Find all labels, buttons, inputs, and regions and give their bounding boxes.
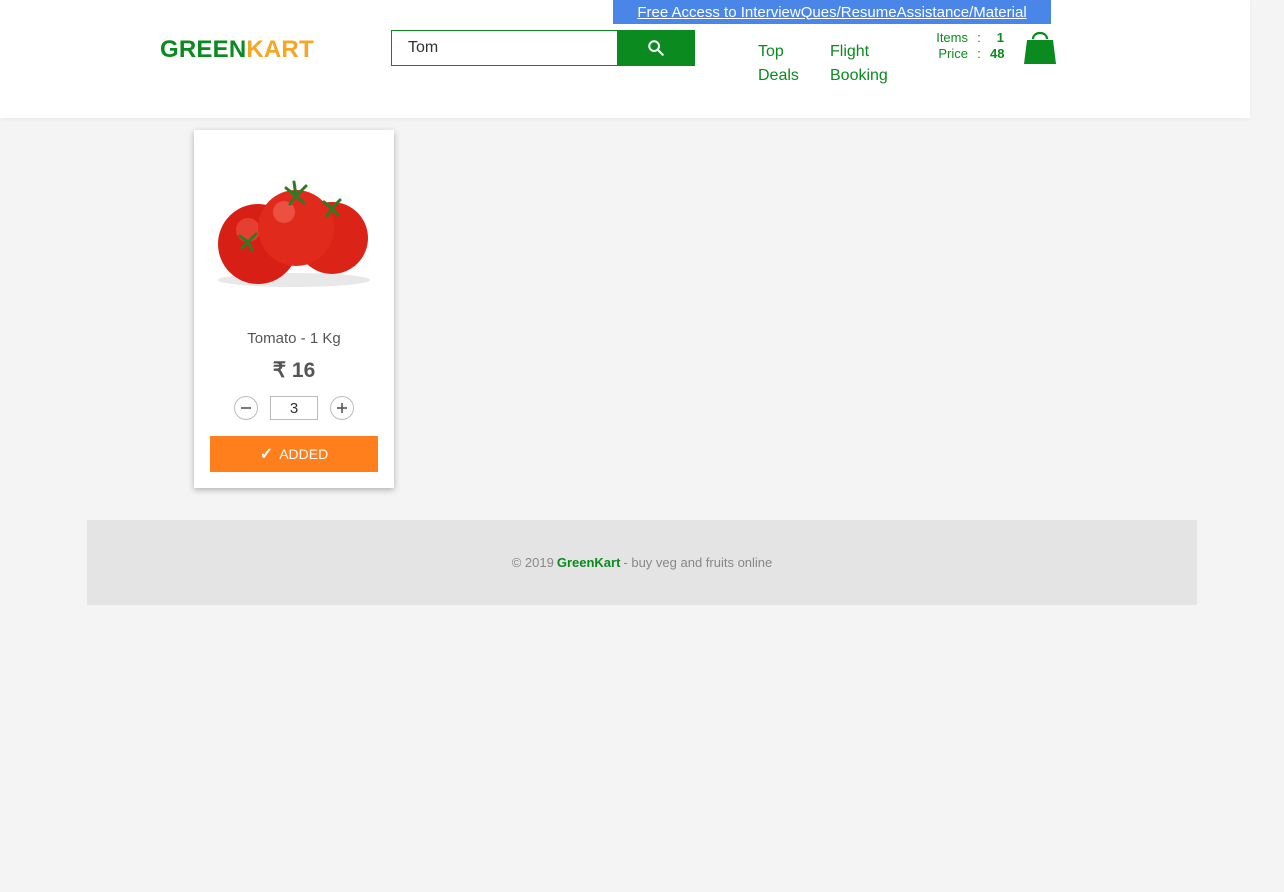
increment-button[interactable] [330,396,354,420]
add-to-cart-button[interactable]: ✓ ADDED [210,436,378,472]
nav-top-deals[interactable]: Top Deals [758,40,818,88]
cart-price-label: Price [938,46,968,61]
cart-price-total: 48 [990,46,1005,61]
header: Free Access to InterviewQues/ResumeAssis… [0,0,1250,118]
logo[interactable]: GREENKART [160,36,314,64]
cart-summary: Items : 1 Price : 48 [920,30,1004,62]
shopping-bag-icon [1024,31,1056,64]
search-icon [648,40,664,56]
decrement-button[interactable] [234,396,258,420]
cart-items-count: 1 [996,30,1004,45]
footer-brand: GreenKart [556,555,621,570]
cart-price-separator: : [977,46,981,61]
search-button[interactable] [617,30,695,66]
logo-green-text: GREEN [160,36,247,63]
quantity-input[interactable] [270,396,318,420]
nav-flight-booking[interactable]: Flight Booking [830,40,900,88]
footer: © 2019 GreenKart - buy veg and fruits on… [87,520,1197,605]
cart-items-row: Items : 1 [920,30,1004,46]
plus-icon [337,403,347,413]
add-to-cart-label: ADDED [279,446,329,462]
footer-copyright: © 2019 [511,555,554,570]
cart-items-separator: : [977,30,981,45]
product-price: ₹ 16 [272,359,316,382]
quantity-stepper [234,396,354,420]
minus-icon [241,407,251,409]
cart-items-label: Items [936,30,968,45]
promo-banner: Free Access to InterviewQues/ResumeAssis… [613,0,1051,24]
checkmark-icon: ✓ [259,446,274,463]
tomatoes-image [218,180,370,287]
product-name: Tomato - 1 Kg [247,330,341,347]
promo-link[interactable]: Free Access to InterviewQues/ResumeAssis… [637,4,1026,21]
footer-tagline: - buy veg and fruits online [623,555,773,570]
product-card: Tomato - 1 Kg ₹ 16 ✓ ADDED [194,130,394,488]
cart-button[interactable] [1022,28,1058,66]
logo-kart-text: KART [246,36,314,63]
search-form [391,30,695,66]
cart-price-row: Price : 48 [920,46,1004,62]
search-input[interactable] [391,30,617,66]
